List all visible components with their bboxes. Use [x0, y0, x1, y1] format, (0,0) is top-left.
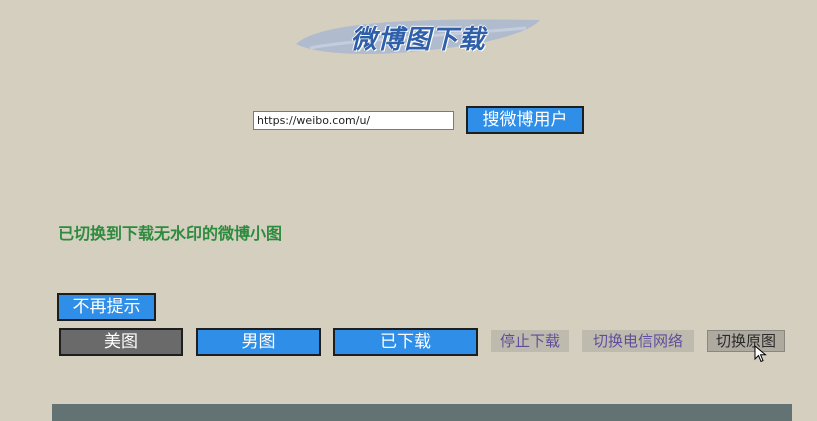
category-tab-men[interactable]: 男图 [196, 328, 321, 356]
switch-telecom-network-button[interactable]: 切换电信网络 [582, 330, 694, 352]
search-weibo-user-button[interactable]: 搜微博用户 [466, 106, 584, 134]
weibo-url-input[interactable] [253, 111, 454, 130]
mouse-cursor-icon [754, 345, 767, 363]
stop-download-button[interactable]: 停止下载 [491, 330, 569, 352]
footer-bar [52, 404, 792, 421]
logo-text: 微博图下载 [350, 25, 486, 55]
switch-original-image-button[interactable]: 切换原图 [707, 330, 785, 352]
category-tab-downloaded[interactable]: 已下载 [333, 328, 478, 356]
site-logo: 微博图下载 [290, 14, 546, 60]
dismiss-notice-button[interactable]: 不再提示 [57, 293, 156, 321]
category-tab-beauty[interactable]: 美图 [59, 328, 183, 356]
status-notice: 已切换到下载无水印的微博小图 [58, 224, 283, 243]
